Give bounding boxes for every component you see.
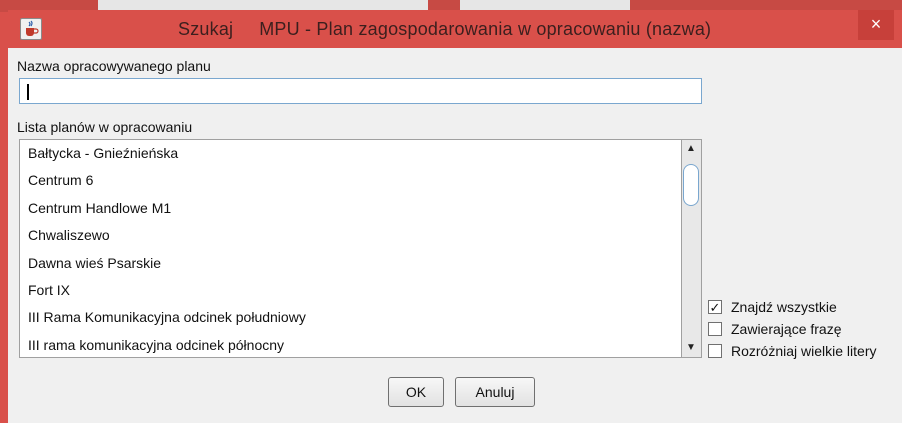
option-case-sensitive[interactable]: Rozróżniaj wielkie litery: [708, 342, 902, 364]
background-panel: [460, 0, 630, 10]
option-contains-phrase[interactable]: Zawierające frazę: [708, 320, 902, 342]
list-item[interactable]: III Rama Komunikacyjna odcinek południow…: [20, 304, 681, 331]
cancel-button[interactable]: Anuluj: [455, 377, 535, 407]
scroll-down-icon[interactable]: ▼: [684, 341, 698, 355]
list-item[interactable]: III rama komunikacyjna odcinek północny: [20, 332, 681, 357]
dialog-content: Nazwa opracowywanego planu Lista planów …: [8, 48, 902, 423]
option-find-all[interactable]: ✓ Znajdź wszystkie: [708, 298, 902, 320]
ok-button[interactable]: OK: [388, 377, 444, 407]
checkbox-icon[interactable]: [708, 344, 722, 358]
close-button[interactable]: ×: [858, 10, 894, 40]
close-icon: ×: [870, 14, 882, 34]
title-bar[interactable]: Szukaj MPU - Plan zagospodarowania w opr…: [8, 10, 902, 48]
option-label: Zawierające frazę: [731, 321, 842, 337]
plan-list[interactable]: Bałtycka - Gnieźnieńska Centrum 6 Centru…: [19, 139, 682, 358]
list-item[interactable]: Dawna wieś Psarskie: [20, 250, 681, 277]
window-title: Szukaj MPU - Plan zagospodarowania w opr…: [178, 19, 712, 39]
plan-name-input[interactable]: [20, 79, 713, 103]
list-scrollbar[interactable]: ▲ ▼: [682, 139, 702, 358]
list-item[interactable]: Centrum Handlowe M1: [20, 195, 681, 222]
checkbox-checked-icon[interactable]: ✓: [708, 300, 722, 314]
plan-name-label: Nazwa opracowywanego planu: [17, 58, 211, 74]
list-item[interactable]: Fort IX: [20, 277, 681, 304]
scroll-up-icon[interactable]: ▲: [684, 142, 698, 156]
option-label: Rozróżniaj wielkie litery: [731, 343, 877, 359]
plan-name-field[interactable]: [19, 78, 713, 104]
checkbox-icon[interactable]: [708, 322, 722, 336]
option-label: Znajdź wszystkie: [731, 299, 837, 315]
java-cup-icon: [20, 18, 42, 40]
scroll-thumb[interactable]: [683, 164, 699, 206]
list-item[interactable]: Chwaliszewo: [20, 222, 681, 249]
list-item[interactable]: Centrum 6: [20, 167, 681, 194]
list-item[interactable]: Bałtycka - Gnieźnieńska: [20, 140, 681, 167]
text-caret: [27, 84, 29, 100]
plan-list-label: Lista planów w opracowaniu: [17, 119, 193, 135]
background-panel: [98, 0, 428, 10]
